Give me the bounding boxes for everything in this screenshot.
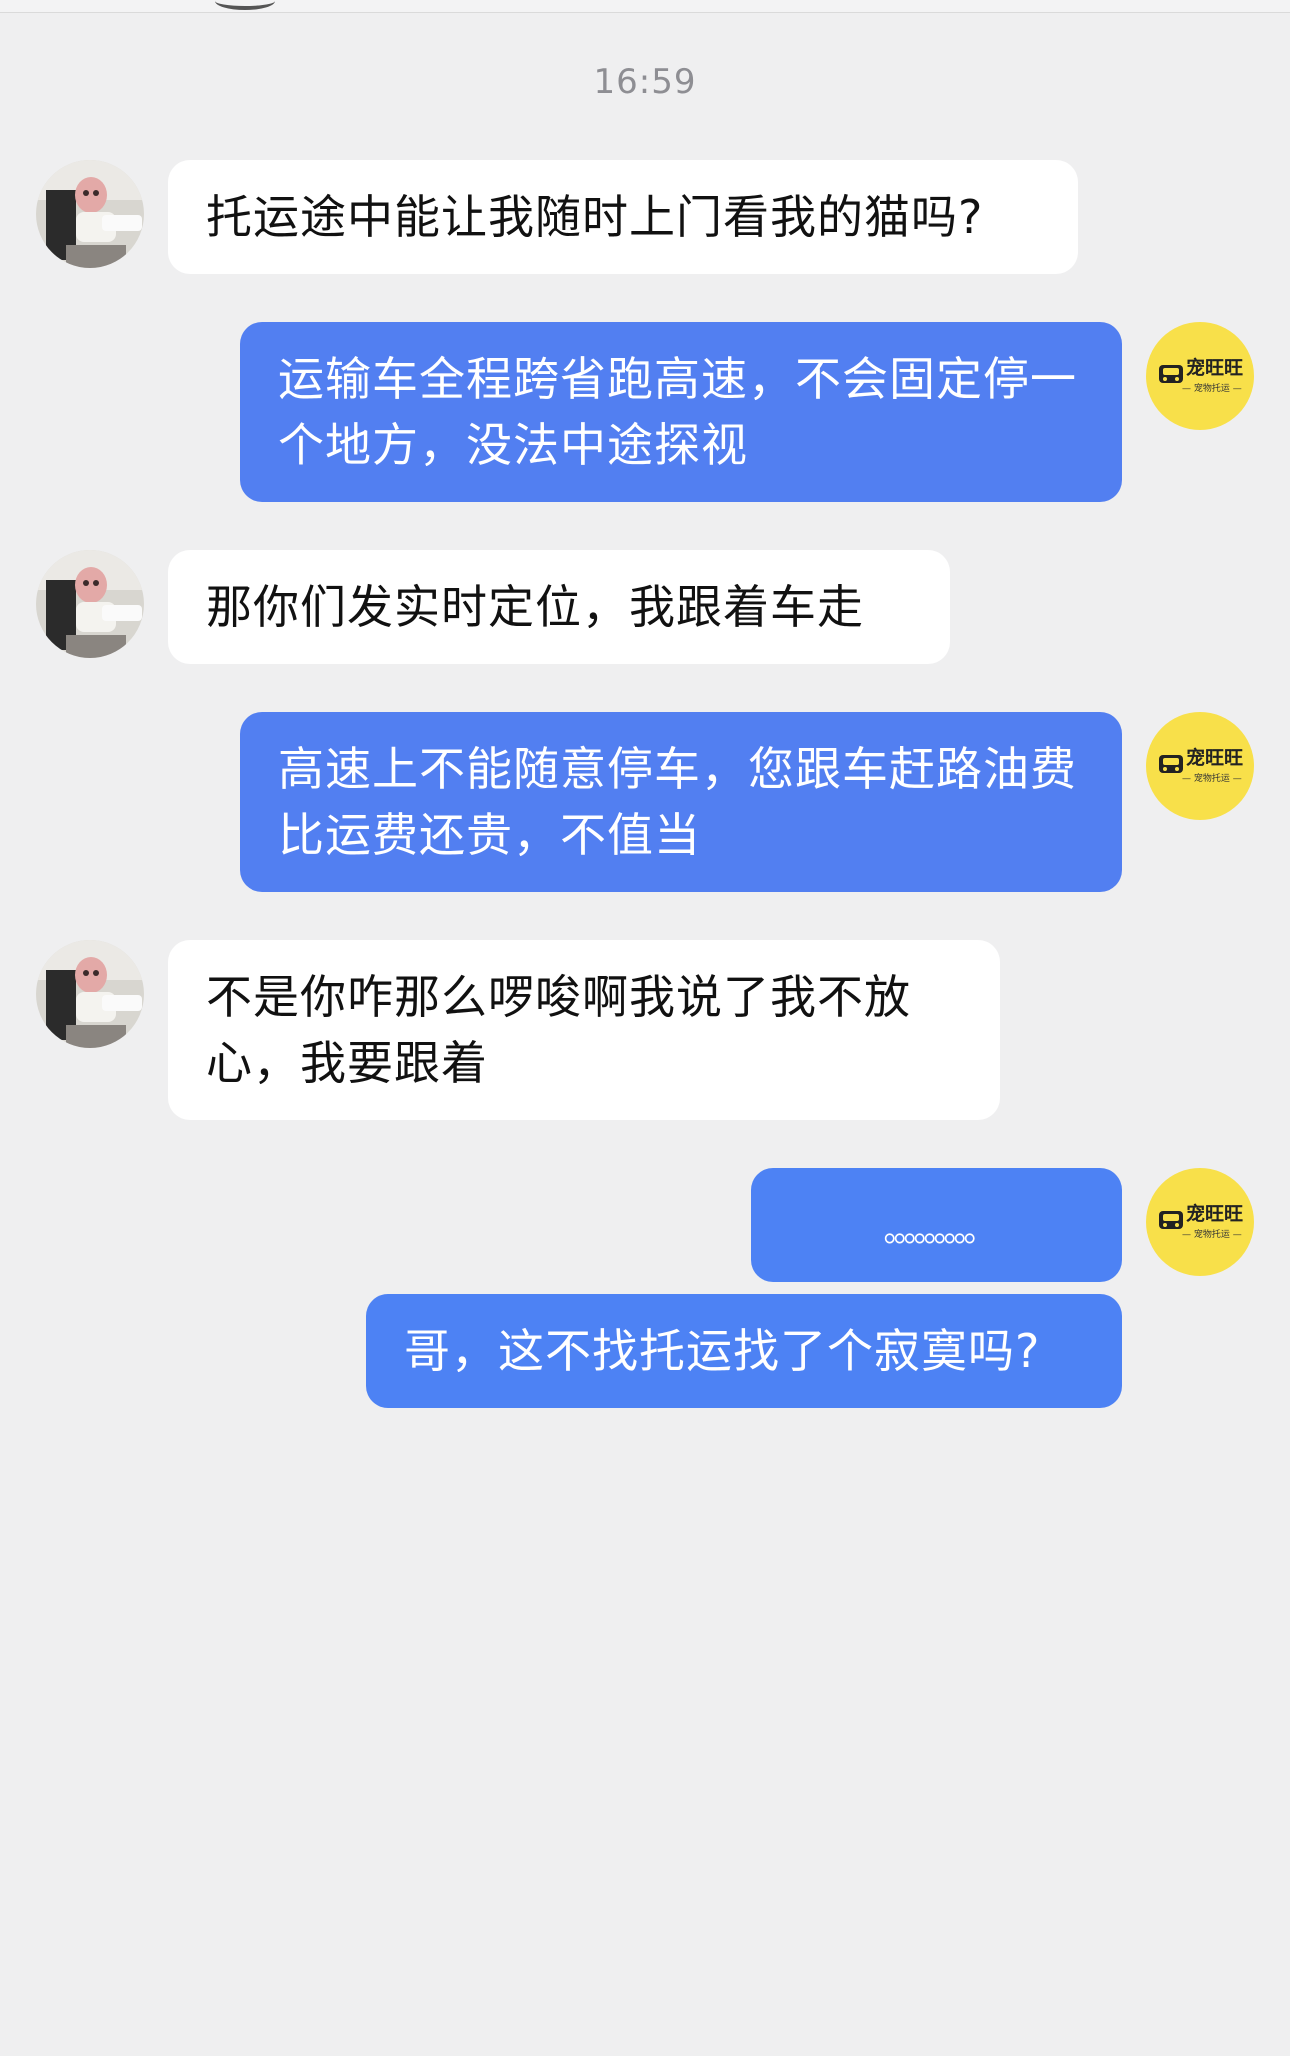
- message-bubble-outgoing[interactable]: 运输车全程跨省跑高速，不会固定停一个地方，没法中途探视: [240, 322, 1122, 502]
- brand-name: 宠旺旺: [1186, 1203, 1244, 1225]
- brand-tagline: — 宠物托运 —: [1182, 1230, 1242, 1240]
- customer-avatar-image: [36, 550, 144, 658]
- message-text: 高速上不能随意停车，您跟车赶路油费比运费还贵，不值当: [278, 742, 1077, 862]
- message-text: 哥，这不找托运找了个寂寞吗?: [404, 1324, 1041, 1378]
- customer-avatar[interactable]: [36, 160, 144, 268]
- message-text: 不是你咋那么啰唆啊我说了我不放心，我要跟着: [206, 970, 911, 1090]
- message-text: 运输车全程跨省跑高速，不会固定停一个地方，没法中途探视: [278, 352, 1077, 472]
- agent-avatar[interactable]: 宠旺旺 — 宠物托运 —: [1146, 322, 1254, 430]
- car-logo-icon: [1159, 365, 1183, 383]
- brand-name: 宠旺旺: [1186, 747, 1244, 769]
- message-text: 。。。。。。。。。: [883, 1211, 995, 1249]
- car-logo-icon: [1159, 755, 1183, 773]
- car-logo-icon: [1159, 1211, 1183, 1229]
- message-bubble-outgoing[interactable]: 哥，这不找托运找了个寂寞吗?: [366, 1294, 1122, 1408]
- header-edge: [215, 0, 275, 10]
- agent-avatar[interactable]: 宠旺旺 — 宠物托运 —: [1146, 1168, 1254, 1276]
- message-bubble-incoming[interactable]: 不是你咋那么啰唆啊我说了我不放心，我要跟着: [168, 940, 1000, 1120]
- top-divider: [0, 0, 1290, 13]
- message-bubble-incoming[interactable]: 那你们发实时定位，我跟着车走: [168, 550, 950, 664]
- customer-avatar[interactable]: [36, 550, 144, 658]
- message-text: 托运途中能让我随时上门看我的猫吗?: [206, 190, 984, 244]
- agent-avatar[interactable]: 宠旺旺 — 宠物托运 —: [1146, 712, 1254, 820]
- message-bubble-outgoing[interactable]: 高速上不能随意停车，您跟车赶路油费比运费还贵，不值当: [240, 712, 1122, 892]
- message-timestamp: 16:59: [593, 62, 697, 102]
- customer-avatar[interactable]: [36, 940, 144, 1048]
- customer-avatar-image: [36, 940, 144, 1048]
- brand-tagline: — 宠物托运 —: [1182, 774, 1242, 784]
- brand-name: 宠旺旺: [1186, 357, 1244, 379]
- message-text: 那你们发实时定位，我跟着车走: [206, 580, 864, 634]
- message-bubble-outgoing[interactable]: 。。。。。。。。。: [751, 1168, 1122, 1282]
- message-bubble-incoming[interactable]: 托运途中能让我随时上门看我的猫吗?: [168, 160, 1078, 274]
- brand-tagline: — 宠物托运 —: [1182, 384, 1242, 394]
- customer-avatar-image: [36, 160, 144, 268]
